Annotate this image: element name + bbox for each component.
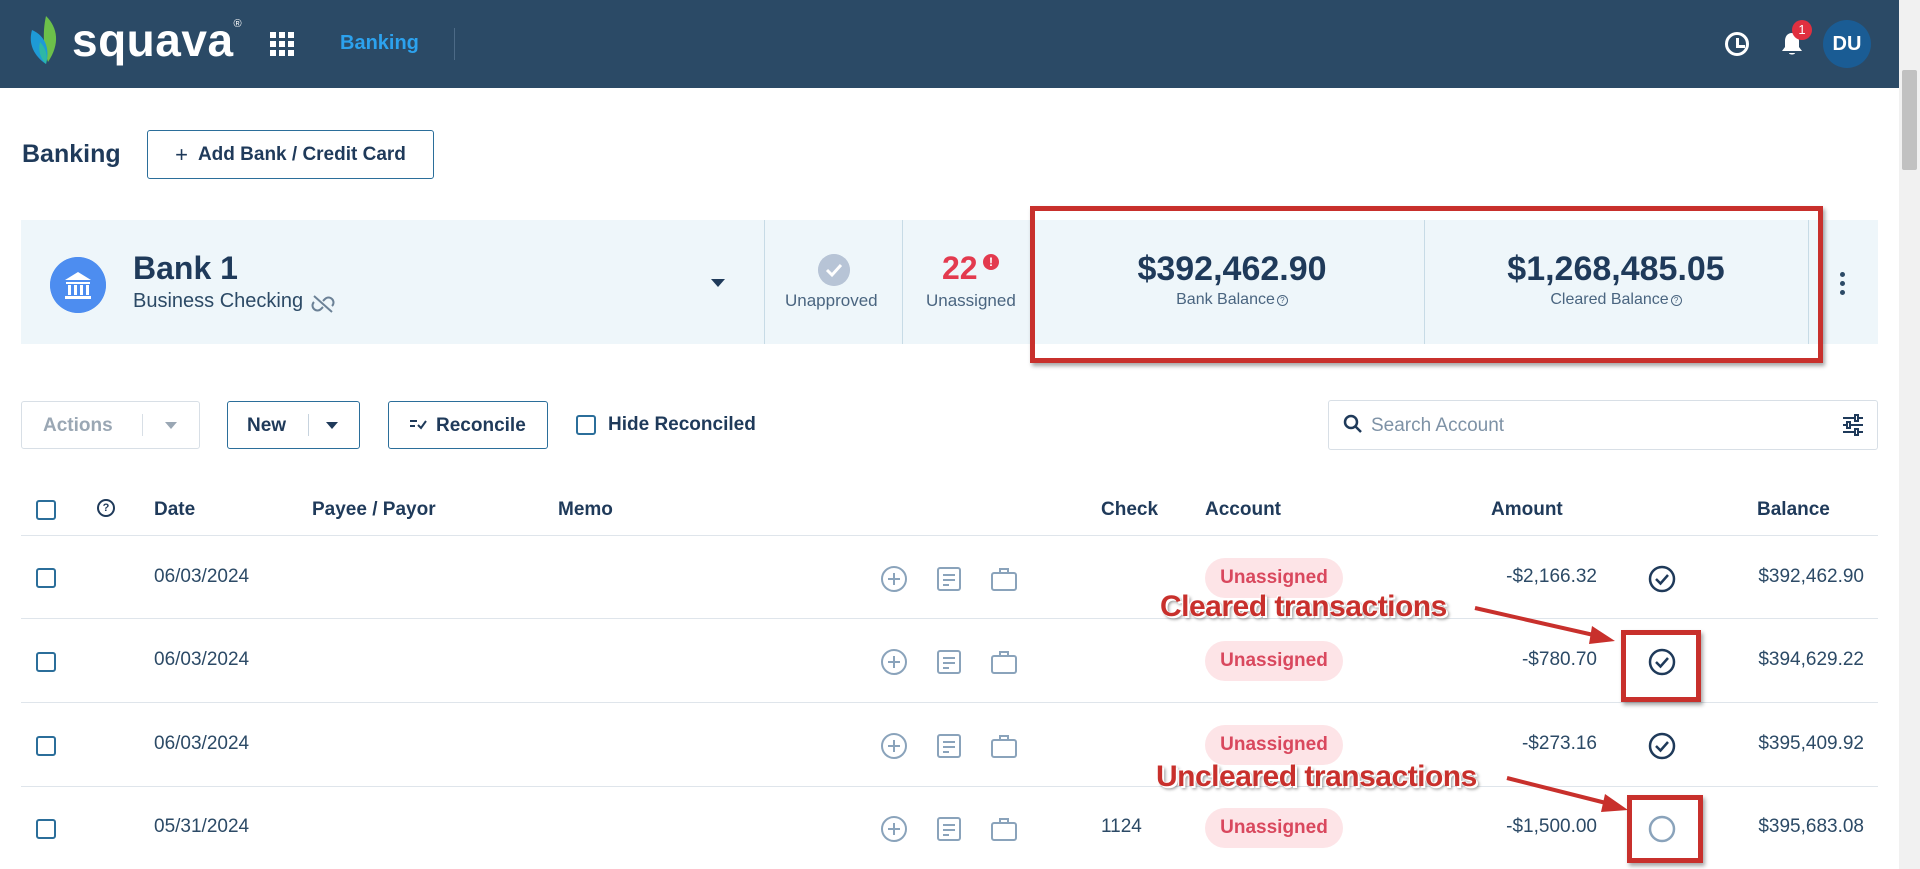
row-balance: $395,409.92 bbox=[1758, 733, 1864, 754]
search-input[interactable] bbox=[1371, 413, 1811, 439]
squava-logo[interactable]: squava ® bbox=[28, 14, 242, 66]
memo-note-icon[interactable] bbox=[935, 648, 963, 676]
briefcase-icon[interactable] bbox=[990, 815, 1018, 843]
search-icon bbox=[1343, 414, 1362, 433]
filter-sliders-icon[interactable] bbox=[1841, 414, 1865, 436]
actions-label: Actions bbox=[43, 415, 113, 436]
hide-reconciled-label[interactable]: Hide Reconciled bbox=[608, 414, 756, 436]
add-plus-icon[interactable] bbox=[880, 815, 908, 843]
unassigned-count[interactable]: 22 bbox=[942, 250, 978, 287]
reconcile-label: Reconcile bbox=[436, 415, 526, 436]
page-title: Banking bbox=[22, 140, 121, 168]
row-date: 05/31/2024 bbox=[154, 816, 250, 837]
brand-name: squava bbox=[72, 14, 234, 66]
select-all-checkbox[interactable] bbox=[36, 500, 56, 520]
nav-link-banking[interactable]: Banking bbox=[340, 32, 419, 55]
more-options-icon[interactable] bbox=[1840, 272, 1845, 296]
bank-account-type: Business Checking bbox=[133, 290, 304, 312]
history-clock-icon[interactable] bbox=[1725, 32, 1749, 56]
actions-button[interactable]: Actions bbox=[21, 401, 200, 449]
panel-divider bbox=[764, 220, 765, 344]
bank-building-icon bbox=[50, 257, 106, 313]
help-icon[interactable]: ? bbox=[97, 499, 115, 517]
column-header-check[interactable]: Check bbox=[1101, 499, 1158, 521]
account-unassigned-badge[interactable]: Unassigned bbox=[1205, 725, 1343, 765]
cleared-check-icon[interactable] bbox=[1648, 732, 1676, 760]
balances-highlight-box bbox=[1030, 206, 1823, 363]
row-checkbox[interactable] bbox=[36, 568, 56, 588]
top-navigation-bar: squava ® Banking 1 DU bbox=[0, 0, 1899, 88]
unapproved-check-icon[interactable] bbox=[818, 254, 850, 286]
unlinked-chain-icon[interactable] bbox=[311, 294, 335, 314]
scrollbar-thumb[interactable] bbox=[1902, 70, 1917, 170]
cleared-check-icon[interactable] bbox=[1648, 565, 1676, 593]
account-unassigned-badge[interactable]: Unassigned bbox=[1205, 808, 1343, 848]
row-balance: $392,462.90 bbox=[1758, 566, 1864, 587]
add-plus-icon[interactable] bbox=[880, 648, 908, 676]
bank-account-name: Bank 1 bbox=[133, 250, 238, 286]
row-amount: -$780.70 bbox=[1521, 649, 1597, 670]
row-balance: $394,629.22 bbox=[1758, 649, 1864, 670]
row-checkbox[interactable] bbox=[36, 652, 56, 672]
column-header-account[interactable]: Account bbox=[1205, 499, 1281, 521]
row-check-number: 1124 bbox=[1101, 816, 1142, 837]
memo-note-icon[interactable] bbox=[935, 732, 963, 760]
annotation-arrow-icon bbox=[1474, 606, 1615, 644]
column-header-balance[interactable]: Balance bbox=[1757, 499, 1830, 521]
row-date: 06/03/2024 bbox=[154, 733, 250, 754]
button-divider bbox=[308, 414, 309, 436]
memo-note-icon[interactable] bbox=[935, 815, 963, 843]
notification-count-badge: 1 bbox=[1792, 20, 1812, 40]
cleared-highlight-box bbox=[1621, 630, 1701, 702]
add-bank-credit-card-button[interactable]: + Add Bank / Credit Card bbox=[147, 130, 434, 179]
account-unassigned-badge[interactable]: Unassigned bbox=[1205, 641, 1343, 681]
row-amount: -$1,500.00 bbox=[1506, 816, 1597, 837]
column-header-date[interactable]: Date bbox=[154, 499, 195, 521]
column-header-payee[interactable]: Payee / Payor bbox=[312, 499, 436, 521]
leaf-logo-icon bbox=[30, 16, 57, 64]
row-divider bbox=[21, 702, 1878, 703]
reconcile-button[interactable]: Reconcile bbox=[388, 401, 548, 449]
row-checkbox[interactable] bbox=[36, 819, 56, 839]
row-checkbox[interactable] bbox=[36, 736, 56, 756]
reconcile-list-check-icon bbox=[410, 420, 427, 430]
row-balance: $395,683.08 bbox=[1758, 816, 1864, 837]
button-divider bbox=[142, 414, 143, 436]
briefcase-icon[interactable] bbox=[990, 565, 1018, 593]
unassigned-alert-icon: ! bbox=[983, 254, 999, 270]
new-button[interactable]: New bbox=[227, 401, 360, 449]
add-plus-icon[interactable] bbox=[880, 732, 908, 760]
uncleared-highlight-box bbox=[1627, 795, 1703, 863]
memo-note-icon[interactable] bbox=[935, 565, 963, 593]
user-avatar[interactable]: DU bbox=[1823, 20, 1871, 68]
hide-reconciled-checkbox[interactable] bbox=[576, 415, 596, 435]
column-header-amount[interactable]: Amount bbox=[1491, 499, 1563, 521]
add-plus-icon[interactable] bbox=[880, 565, 908, 593]
search-account-box bbox=[1328, 400, 1878, 450]
chevron-down-icon[interactable] bbox=[326, 422, 338, 429]
bank-selector-dropdown-icon[interactable] bbox=[711, 279, 725, 287]
annotation-uncleared-text: Uncleared transactions bbox=[1156, 760, 1477, 793]
unapproved-label: Unapproved bbox=[785, 291, 878, 310]
row-date: 06/03/2024 bbox=[154, 566, 250, 587]
row-amount: -$2,166.32 bbox=[1506, 566, 1597, 587]
briefcase-icon[interactable] bbox=[990, 648, 1018, 676]
row-date: 06/03/2024 bbox=[154, 649, 250, 670]
briefcase-icon[interactable] bbox=[990, 732, 1018, 760]
chevron-down-icon bbox=[165, 422, 177, 429]
annotation-cleared-text: Cleared transactions bbox=[1160, 590, 1447, 623]
new-label: New bbox=[247, 415, 287, 436]
plus-icon: + bbox=[175, 141, 188, 167]
nav-divider bbox=[454, 28, 455, 60]
unassigned-label: Unassigned bbox=[926, 291, 1016, 310]
apps-grid-icon[interactable] bbox=[270, 32, 294, 56]
annotation-arrow-icon bbox=[1506, 776, 1628, 812]
row-amount: -$273.16 bbox=[1521, 733, 1597, 754]
panel-divider bbox=[902, 220, 903, 344]
add-bank-label: Add Bank / Credit Card bbox=[197, 143, 406, 165]
row-divider bbox=[21, 535, 1878, 536]
column-header-memo[interactable]: Memo bbox=[558, 499, 613, 521]
registered-mark: ® bbox=[233, 18, 242, 30]
